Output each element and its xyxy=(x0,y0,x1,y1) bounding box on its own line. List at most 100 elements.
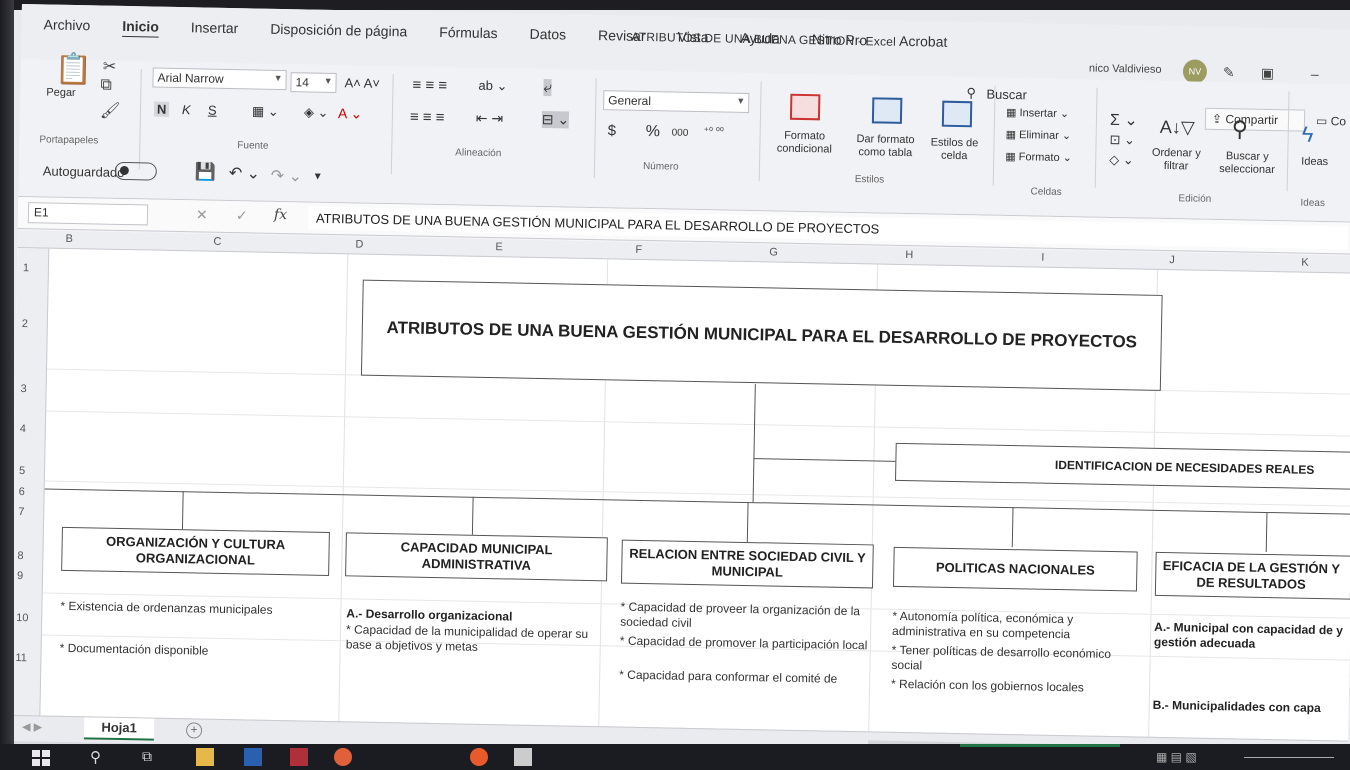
row-header[interactable]: 8 xyxy=(17,550,23,562)
indent-icon[interactable]: ⇤ ⇥ xyxy=(476,110,504,128)
name-box[interactable]: E1 xyxy=(27,202,149,226)
format-painter-icon[interactable]: 🖌 xyxy=(100,101,121,121)
underline-button[interactable]: S xyxy=(208,103,217,118)
column-header[interactable]: J xyxy=(1169,254,1175,266)
windows-start-icon[interactable] xyxy=(32,750,50,766)
autosum-icon[interactable]: Σ ⌄ xyxy=(1110,110,1138,131)
row-header[interactable]: 11 xyxy=(15,652,27,664)
ideas-button[interactable]: Ideas xyxy=(1301,156,1328,169)
sheet-tab[interactable]: Hoja1 xyxy=(83,717,155,741)
thousands-button[interactable]: 000 xyxy=(672,127,689,138)
sheet-nav-icon[interactable]: ◀ ▶ xyxy=(22,720,42,733)
row-header[interactable]: 4 xyxy=(20,423,26,435)
conditional-format-button[interactable]: Formato condicional xyxy=(764,129,844,157)
column-header[interactable]: H xyxy=(905,249,913,261)
tab-inicio[interactable]: Inicio xyxy=(122,18,159,35)
ribbon-display-icon[interactable]: ▣ xyxy=(1261,65,1275,82)
find-select-button[interactable]: Buscar y seleccionar xyxy=(1211,150,1283,177)
category-box[interactable]: CAPACIDAD MUNICIPAL ADMINISTRATIVA xyxy=(345,532,608,582)
tab-insertar[interactable]: Insertar xyxy=(191,19,239,36)
font-color-icon[interactable]: A ⌄ xyxy=(338,105,362,122)
column-header[interactable]: K xyxy=(1301,257,1309,269)
cell-styles-button[interactable]: Estilos de celda xyxy=(921,136,987,163)
row-header[interactable]: 7 xyxy=(18,506,24,518)
row-header[interactable]: 3 xyxy=(20,383,26,395)
view-normal-icon[interactable]: ▦ ▤ ▧ xyxy=(1156,750,1197,764)
category-box[interactable]: EFICACIA DE LA GESTIÓN Y DE RESULTADOS xyxy=(1154,551,1350,600)
save-icon[interactable]: 💾 xyxy=(195,162,217,182)
insert-function-button[interactable]: fx xyxy=(274,207,287,223)
number-format-select[interactable]: General ▼ xyxy=(603,90,750,113)
orientation-icon[interactable]: ab ⌄ xyxy=(478,78,507,95)
customize-qat-icon[interactable]: ▾ xyxy=(315,169,321,183)
cut-icon[interactable]: ✂ xyxy=(103,57,117,77)
tab-disposicion[interactable]: Disposición de página xyxy=(270,21,407,40)
autosave-toggle[interactable] xyxy=(114,161,157,181)
column-header[interactable]: I xyxy=(1041,252,1044,264)
insert-cells-icon[interactable]: ▦ Insertar ⌄ xyxy=(1006,106,1069,120)
delete-cells-icon[interactable]: ▦ Eliminar ⌄ xyxy=(1006,128,1072,142)
column-header[interactable]: C xyxy=(213,236,221,248)
fill-icon[interactable]: ⊡ ⌄ xyxy=(1109,132,1135,148)
currency-button[interactable]: $ xyxy=(608,122,617,139)
tab-archivo[interactable]: Archivo xyxy=(43,16,90,33)
merge-center-icon[interactable]: ⊟ ⌄ xyxy=(541,111,570,129)
row-header[interactable]: 9 xyxy=(17,570,23,582)
app-icon[interactable] xyxy=(290,748,308,766)
worksheet-grid[interactable]: B C D E F G H I J K 1 2 3 4 5 6 7 8 9 10… xyxy=(8,229,1350,741)
browser-icon[interactable] xyxy=(334,748,352,766)
add-sheet-button[interactable]: + xyxy=(185,722,203,739)
pen-icon[interactable]: ✎ xyxy=(1223,64,1235,81)
fill-color-icon[interactable]: ◈ ⌄ xyxy=(304,104,329,120)
ideas-icon[interactable]: ϟ xyxy=(1301,122,1313,148)
row-header[interactable]: 1 xyxy=(23,262,29,274)
clear-icon[interactable]: ◇ ⌄ xyxy=(1109,152,1134,168)
decimals-icon[interactable]: ⁺⁰ ⁰⁰ xyxy=(704,126,724,137)
column-header[interactable]: F xyxy=(635,244,642,256)
bold-button[interactable]: N xyxy=(153,101,170,117)
row-header[interactable]: 2 xyxy=(22,318,28,330)
tab-datos[interactable]: Datos xyxy=(529,26,566,43)
row-header[interactable]: 6 xyxy=(19,486,25,498)
search-icon[interactable]: ⚲ xyxy=(90,748,101,766)
wrap-text-icon[interactable]: ⤶ xyxy=(543,79,553,97)
needs-box[interactable]: IDENTIFICACION DE NECESIDADES REALES xyxy=(895,442,1350,490)
format-as-table-button[interactable]: Dar formato como tabla xyxy=(847,133,923,160)
borders-icon[interactable]: ▦ ⌄ xyxy=(252,103,279,120)
tab-formulas[interactable]: Fórmulas xyxy=(439,24,498,41)
italic-button[interactable]: K xyxy=(182,102,191,117)
comments-button[interactable]: ▭ Co xyxy=(1316,114,1346,129)
row-header[interactable]: 5 xyxy=(19,465,25,477)
category-box[interactable]: POLITICAS NACIONALES xyxy=(892,546,1138,592)
firefox-icon[interactable] xyxy=(470,748,488,766)
main-title-box[interactable]: ATRIBUTOS DE UNA BUENA GESTIÓN MUNICIPAL… xyxy=(360,279,1163,391)
category-box[interactable]: RELACION ENTRE SOCIEDAD CIVIL Y MUNICIPA… xyxy=(620,539,874,589)
sort-filter-button[interactable]: Ordenar y filtrar xyxy=(1143,147,1209,174)
column-header[interactable]: G xyxy=(769,246,778,258)
column-header[interactable]: D xyxy=(355,238,363,250)
copy-icon[interactable]: ⧉ xyxy=(100,77,112,95)
undo-icon[interactable]: ↶ ⌄ xyxy=(229,163,261,184)
grow-font-icon[interactable]: A˄ A˅ xyxy=(344,75,380,91)
find-select-icon[interactable]: ⚲ xyxy=(1232,116,1249,142)
align-top-icon[interactable]: ≡ ≡ ≡ xyxy=(412,77,447,95)
search-tab[interactable]: Buscar xyxy=(986,87,1027,103)
column-header[interactable]: E xyxy=(495,241,503,253)
avatar[interactable]: NV xyxy=(1182,59,1208,84)
app-icon[interactable] xyxy=(514,748,532,766)
row-header[interactable]: 10 xyxy=(16,612,28,624)
paste-icon[interactable]: 📋 xyxy=(54,52,92,88)
search-icon[interactable]: ⚲ xyxy=(966,85,976,101)
task-view-icon[interactable]: ⧉ xyxy=(142,748,152,765)
font-name-select[interactable]: Arial Narrow ▼ xyxy=(152,67,287,91)
enter-icon[interactable]: ✓ xyxy=(236,207,248,224)
font-size-select[interactable]: 14 ▼ xyxy=(290,72,337,94)
align-left-icon[interactable]: ≡ ≡ ≡ xyxy=(410,108,445,126)
sort-filter-icon[interactable]: A↓▽ xyxy=(1160,117,1195,139)
paste-label[interactable]: Pegar xyxy=(46,86,76,99)
category-box[interactable]: ORGANIZACIÓN Y CULTURA ORGANIZACIONAL xyxy=(61,526,330,577)
minimize-icon[interactable]: – xyxy=(1311,66,1319,82)
percent-button[interactable]: % xyxy=(645,123,661,141)
cancel-icon[interactable]: ✕ xyxy=(196,206,208,223)
zoom-slider[interactable] xyxy=(1244,757,1334,758)
